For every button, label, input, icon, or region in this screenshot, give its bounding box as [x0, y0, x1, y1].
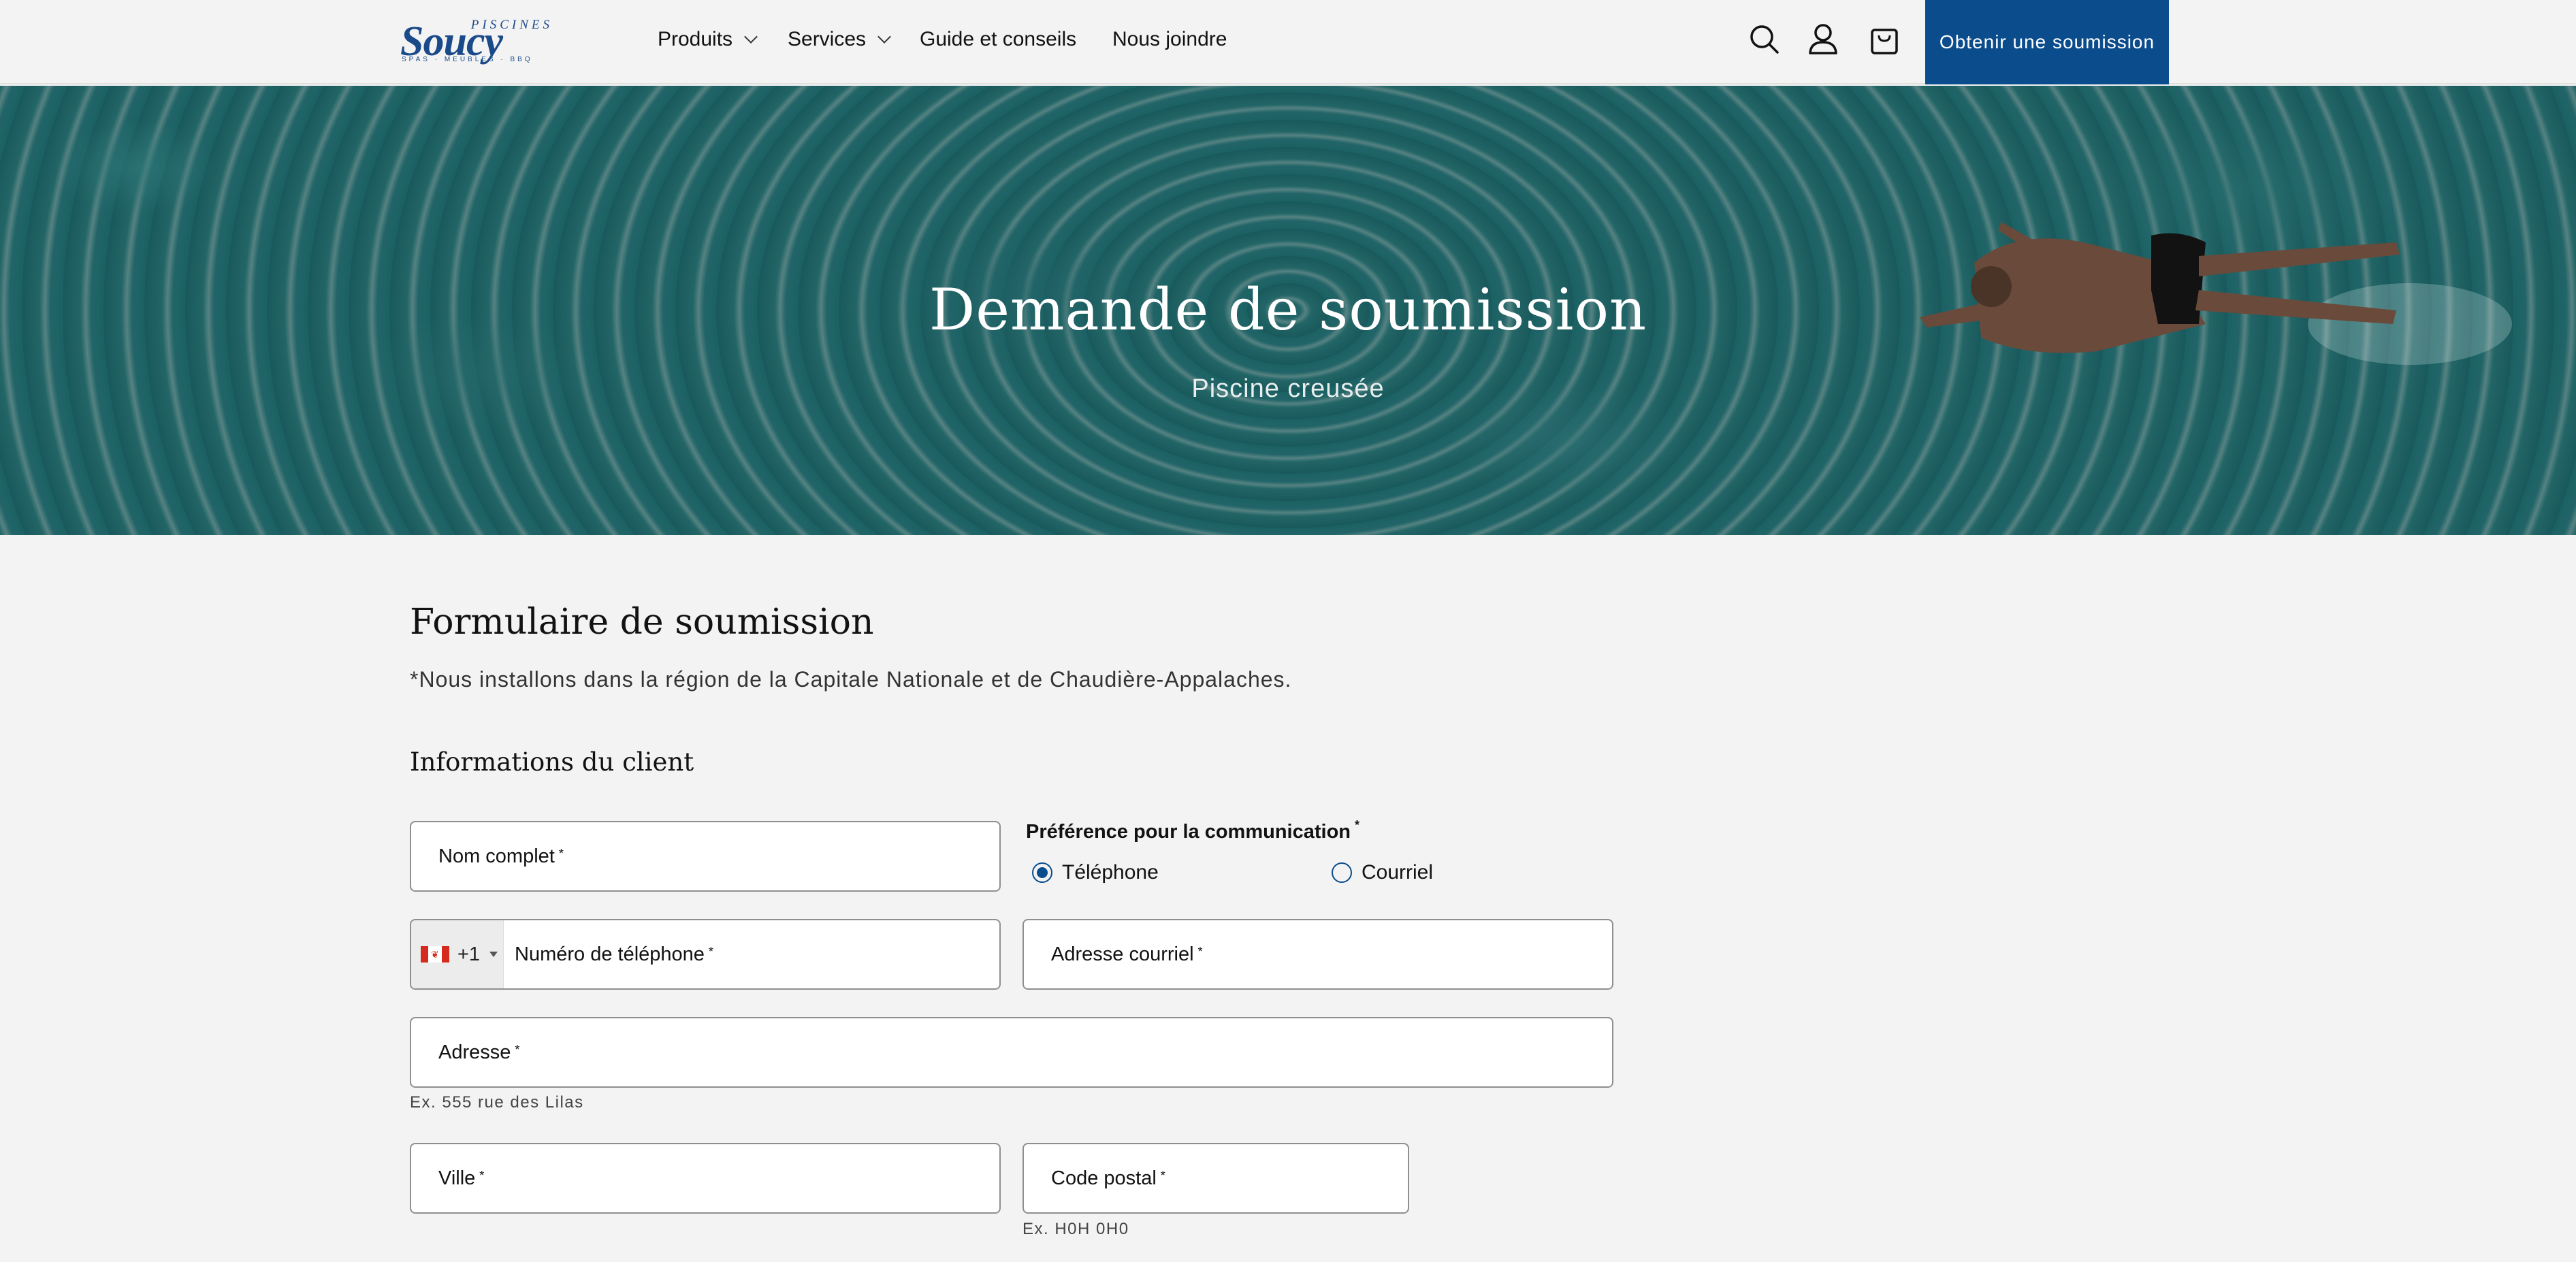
dropdown-arrow-icon: [489, 952, 498, 957]
radio-telephone-label: Téléphone: [1062, 861, 1159, 884]
form-title: Formulaire de soumission: [410, 602, 874, 643]
nav-produits[interactable]: Produits: [658, 26, 758, 53]
phone-label: Numéro de téléphone: [515, 943, 705, 965]
radio-unselected-icon: [1332, 862, 1352, 883]
site-header: PISCINES Soucy SPAS · MEUBLES · BBQ Prod…: [0, 0, 2576, 84]
required-mark: *: [708, 944, 713, 958]
nav-guide-label: Guide et conseils: [920, 28, 1077, 50]
city-field[interactable]: Ville *: [410, 1143, 1001, 1214]
canada-flag-icon: ❦: [421, 946, 449, 962]
phone-label-wrap: Numéro de téléphone *: [515, 920, 713, 988]
hero-title: Demande de soumission: [929, 276, 1647, 343]
cart-icon[interactable]: [1867, 20, 1902, 59]
required-mark: *: [1197, 944, 1203, 958]
form-note: *Nous installons dans la région de la Ca…: [410, 667, 1292, 692]
get-quote-button[interactable]: Obtenir une soumission: [1925, 0, 2169, 84]
address-field[interactable]: Adresse *: [410, 1017, 1613, 1088]
radio-courriel-label: Courriel: [1362, 861, 1434, 884]
address-label-wrap: Adresse *: [438, 1018, 519, 1086]
required-mark: *: [515, 1042, 520, 1056]
email-label-wrap: Adresse courriel *: [1051, 920, 1203, 988]
full-name-label-wrap: Nom complet *: [438, 822, 564, 890]
communication-preference-label: Préférence pour la communication *: [1026, 818, 1360, 843]
email-label: Adresse courriel: [1051, 943, 1194, 965]
full-name-label: Nom complet: [438, 845, 555, 867]
nav-contact-label: Nous joindre: [1112, 28, 1227, 50]
search-icon[interactable]: [1747, 20, 1782, 59]
section-title: Informations du client: [410, 747, 694, 777]
account-icon[interactable]: [1805, 20, 1841, 59]
nav-services[interactable]: Services: [788, 26, 891, 53]
postal-help-text: Ex. H0H 0H0: [1023, 1220, 1129, 1238]
address-label: Adresse: [438, 1041, 511, 1063]
nav-contact[interactable]: Nous joindre: [1112, 26, 1227, 53]
postal-label: Code postal: [1051, 1167, 1157, 1189]
required-mark: *: [558, 846, 564, 860]
country-code-select[interactable]: ❦ +1: [411, 920, 504, 988]
chevron-down-icon: [878, 30, 891, 44]
country-code: +1: [457, 943, 481, 965]
hero-subtitle: Piscine creusée: [1191, 374, 1385, 403]
postal-label-wrap: Code postal *: [1051, 1144, 1165, 1212]
address-help-text: Ex. 555 rue des Lilas: [410, 1093, 584, 1112]
required-mark: *: [1355, 818, 1360, 832]
required-mark: *: [1160, 1168, 1165, 1182]
nav-produits-label: Produits: [658, 28, 733, 50]
logo[interactable]: PISCINES Soucy SPAS · MEUBLES · BBQ: [400, 18, 556, 64]
full-name-field[interactable]: Nom complet *: [410, 821, 1001, 892]
phone-field[interactable]: ❦ +1 Numéro de téléphone *: [410, 919, 1001, 990]
nav-services-label: Services: [788, 28, 867, 50]
nav-guide[interactable]: Guide et conseils: [920, 26, 1076, 53]
chevron-down-icon: [744, 30, 758, 44]
hero-banner: Demande de soumission Piscine creusée: [0, 86, 2576, 535]
radio-courriel[interactable]: Courriel: [1332, 859, 1433, 886]
logo-sub-text: SPAS · MEUBLES · BBQ: [402, 56, 533, 63]
radio-selected-icon: [1032, 862, 1052, 883]
city-label-wrap: Ville *: [438, 1144, 484, 1212]
city-label: Ville: [438, 1167, 476, 1189]
required-mark: *: [479, 1168, 485, 1182]
email-field[interactable]: Adresse courriel *: [1023, 919, 1613, 990]
communication-preference-text: Préférence pour la communication: [1026, 821, 1351, 843]
postal-code-field[interactable]: Code postal *: [1023, 1143, 1409, 1214]
radio-telephone[interactable]: Téléphone: [1032, 859, 1159, 886]
